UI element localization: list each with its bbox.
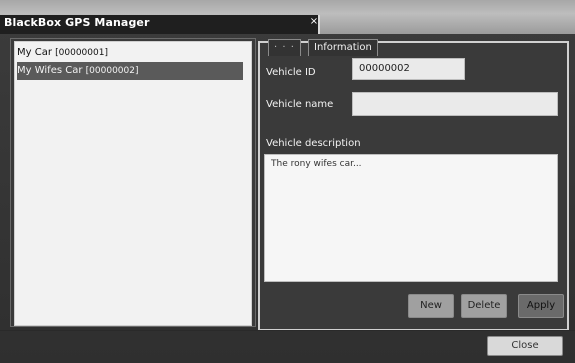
vehicle-name-field[interactable] <box>352 92 558 116</box>
window-title: BlackBox GPS Manager <box>4 16 150 29</box>
new-button[interactable]: New <box>408 294 454 318</box>
delete-button[interactable]: Delete <box>461 294 507 318</box>
footer-divider <box>0 330 575 331</box>
close-button-label: Close <box>511 340 539 351</box>
vehicle-description-label: Vehicle description <box>266 138 361 149</box>
close-button[interactable]: Close <box>487 336 563 356</box>
list-item[interactable]: My Wifes Car [00000002] <box>17 62 243 80</box>
vehicle-id-field[interactable]: 00000002 <box>352 58 465 80</box>
vehicle-list[interactable]: My Car [00000001] My Wifes Car [00000002… <box>14 41 252 326</box>
tab-information-label: Information <box>314 42 372 53</box>
info-tabbar: · · · Information <box>268 39 428 57</box>
vehicle-id: [00000002] <box>85 66 139 76</box>
title-bar: BlackBox GPS Manager × <box>0 0 575 34</box>
apply-button[interactable]: Apply <box>518 294 564 318</box>
vehicle-description-field[interactable]: The rony wifes car... <box>264 154 558 282</box>
list-item[interactable]: My Car [00000001] <box>17 44 243 62</box>
vehicle-id-label: Vehicle ID <box>266 67 316 78</box>
tab-previous[interactable]: · · · <box>268 39 301 56</box>
vehicle-id: [00000001] <box>55 48 108 58</box>
close-icon[interactable]: × <box>308 16 320 28</box>
vehicle-name-label: Vehicle name <box>266 99 334 110</box>
new-button-label: New <box>420 300 442 311</box>
window-title-tab: BlackBox GPS Manager <box>0 15 320 34</box>
delete-button-label: Delete <box>467 300 501 311</box>
vehicle-name: My Car <box>17 47 52 58</box>
apply-button-label: Apply <box>526 300 556 311</box>
vehicle-description-value: The rony wifes car... <box>271 159 362 169</box>
vehicle-id-value: 00000002 <box>359 63 410 74</box>
app-window: BlackBox GPS Manager × My Car [00000001]… <box>0 0 575 363</box>
tab-information[interactable]: Information <box>308 39 378 56</box>
vehicle-name: My Wifes Car <box>17 65 83 76</box>
